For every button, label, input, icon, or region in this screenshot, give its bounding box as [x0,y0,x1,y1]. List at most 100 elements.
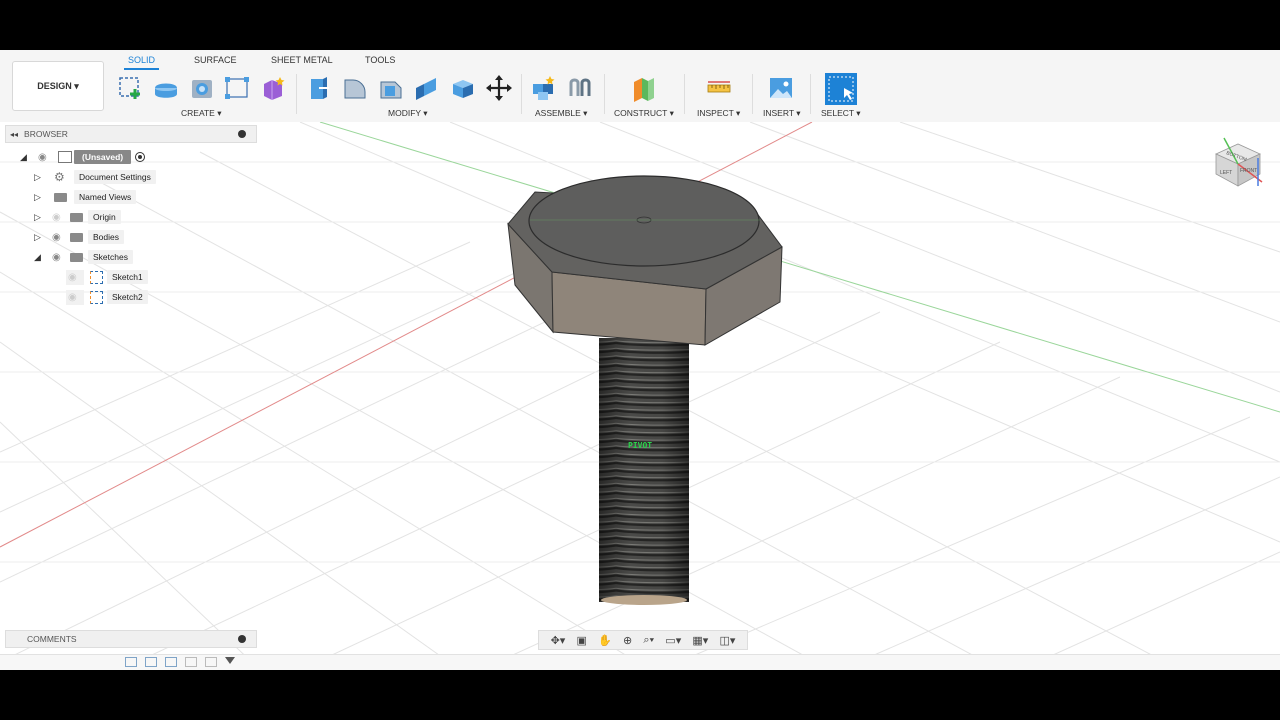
tree-item-label: Sketches [88,250,133,264]
look-at-icon[interactable]: ▣ [577,634,587,647]
browser-panel-header[interactable]: ◂◂ BROWSER [5,125,257,143]
tree-item-label: Named Views [74,190,137,204]
eye-icon[interactable]: ◉ [52,232,66,243]
pivot-label: PIVOT [628,441,653,450]
comments-panel-header[interactable]: COMMENTS [5,630,257,648]
modify-menu[interactable]: MODIFY ▾ [388,108,428,119]
view-cube[interactable]: BOTTOM LEFT FRONT [1206,130,1270,202]
navigation-bar: ✥▾ ▣ ✋ ⊕ ⌕▾ ▭▾ ▦▾ ◫▾ [538,630,748,650]
tree-item-label: Origin [88,210,121,224]
eye-hidden-icon[interactable]: ◉ [66,269,84,285]
tree-item-sketch2[interactable]: ◉ Sketch2 [66,288,148,306]
timeline-marker-icon[interactable] [225,657,235,664]
timeline-feature-icon[interactable] [205,657,217,667]
tree-item-label: (Unsaved) [74,150,132,164]
eye-icon[interactable]: ◉ [38,152,52,163]
document-icon [58,151,72,163]
insert-image-icon[interactable] [766,74,796,102]
sketch-dimension-icon[interactable] [222,74,252,102]
grid-settings-icon[interactable]: ▦▾ [692,634,708,647]
timeline-extrude-icon[interactable] [165,657,177,667]
offset-plane-icon[interactable] [629,74,659,102]
insert-menu[interactable]: INSERT ▾ [763,108,801,119]
tab-solid[interactable]: SOLID [123,55,160,70]
letterbox-bottom [0,670,1280,720]
expand-triangle-icon[interactable]: ▷ [34,232,44,243]
pan-icon[interactable]: ✋ [598,634,612,647]
tree-item-origin[interactable]: ▷ ◉ Origin [34,208,121,226]
eye-icon[interactable]: ◉ [52,252,66,263]
orbit-icon[interactable]: ✥▾ [551,634,566,647]
combine-icon[interactable] [448,74,478,102]
press-pull-icon[interactable] [304,74,334,102]
joint-icon[interactable] [565,74,595,102]
inspect-menu[interactable]: INSPECT ▾ [697,108,740,119]
toolbar: SOLID SURFACE SHEET METAL TOOLS DESIGN ▾… [0,50,1280,123]
eye-hidden-icon[interactable]: ◉ [66,289,84,305]
toolbar-divider [296,74,297,114]
revolve-icon[interactable] [187,74,217,102]
tab-surface[interactable]: SURFACE [194,55,237,65]
folder-icon [54,192,67,202]
create-menu[interactable]: CREATE ▾ [181,108,221,119]
expand-triangle-icon[interactable]: ▷ [34,212,44,223]
comments-title: COMMENTS [27,634,77,644]
tab-tools[interactable]: TOOLS [365,55,395,65]
folder-icon [70,212,83,222]
tree-item-sketch1[interactable]: ◉ Sketch1 [66,268,148,286]
tree-item-sketches[interactable]: ◢ ◉ Sketches [34,248,133,266]
workspace-switcher-button[interactable]: DESIGN ▾ [12,61,104,111]
select-menu[interactable]: SELECT ▾ [821,108,861,119]
viewcube-face-front: FRONT [1240,168,1257,174]
collapse-triangle-icon[interactable]: ◢ [34,252,44,263]
expand-triangle-icon[interactable]: ▷ [34,192,44,203]
tree-item-bodies[interactable]: ▷ ◉ Bodies [34,228,124,246]
bolt-head [507,175,783,346]
select-icon[interactable] [824,72,858,106]
measure-icon[interactable] [704,74,734,102]
minimize-icon[interactable] [238,130,246,138]
tree-item-label: Sketch1 [107,270,148,284]
toolbar-divider [810,74,811,114]
timeline-sketch-icon[interactable] [145,657,157,667]
folder-icon [70,232,83,242]
collapse-panel-icon[interactable]: ◂◂ [10,130,18,139]
chamfer-icon[interactable] [376,74,406,102]
toolbar-divider [684,74,685,114]
fillet-icon[interactable] [340,74,370,102]
eye-hidden-icon[interactable]: ◉ [52,212,66,223]
viewports-icon[interactable]: ◫▾ [719,634,735,647]
sketch-icon [90,270,103,284]
fusion-app-window: SOLID SURFACE SHEET METAL TOOLS DESIGN ▾… [0,50,1280,670]
tree-item-document-settings[interactable]: ▷ ⚙ Document Settings [34,168,156,186]
toolbar-divider [521,74,522,114]
move-icon[interactable] [484,74,514,102]
toolbar-divider [752,74,753,114]
construct-menu[interactable]: CONSTRUCT ▾ [614,108,674,119]
3d-canvas[interactable]: PIVOT BOTTOM LEFT FRONT [0,122,1280,670]
assemble-menu[interactable]: ASSEMBLE ▾ [535,108,587,119]
shell-icon[interactable] [412,74,442,102]
tree-item-named-views[interactable]: ▷ Named Views [34,188,137,206]
extrude-icon[interactable] [151,74,181,102]
tab-sheet-metal[interactable]: SHEET METAL [271,55,333,65]
create-sketch-icon[interactable] [116,74,146,102]
timeline-feature-icon[interactable] [185,657,197,667]
expand-triangle-icon[interactable]: ◢ [20,152,30,163]
browser-title: BROWSER [24,129,68,139]
create-form-icon[interactable] [258,74,288,102]
zoom-icon[interactable]: ⊕ [623,634,632,647]
expand-triangle-icon[interactable]: ▷ [34,172,44,183]
timeline-sketch-icon[interactable] [125,657,137,667]
tree-item-root[interactable]: ◢ ◉ (Unsaved) [20,148,146,166]
sketch-icon [90,290,103,304]
fit-icon[interactable]: ⌕▾ [643,634,654,647]
activate-radio-icon[interactable] [135,152,146,162]
add-comment-icon[interactable] [238,635,246,643]
timeline-bar[interactable] [0,654,1280,670]
display-settings-icon[interactable]: ▭▾ [665,634,681,647]
workspace-label: DESIGN [37,81,72,91]
tree-item-label: Bodies [88,230,124,244]
timeline-features [125,657,235,667]
new-component-icon[interactable] [529,74,559,102]
